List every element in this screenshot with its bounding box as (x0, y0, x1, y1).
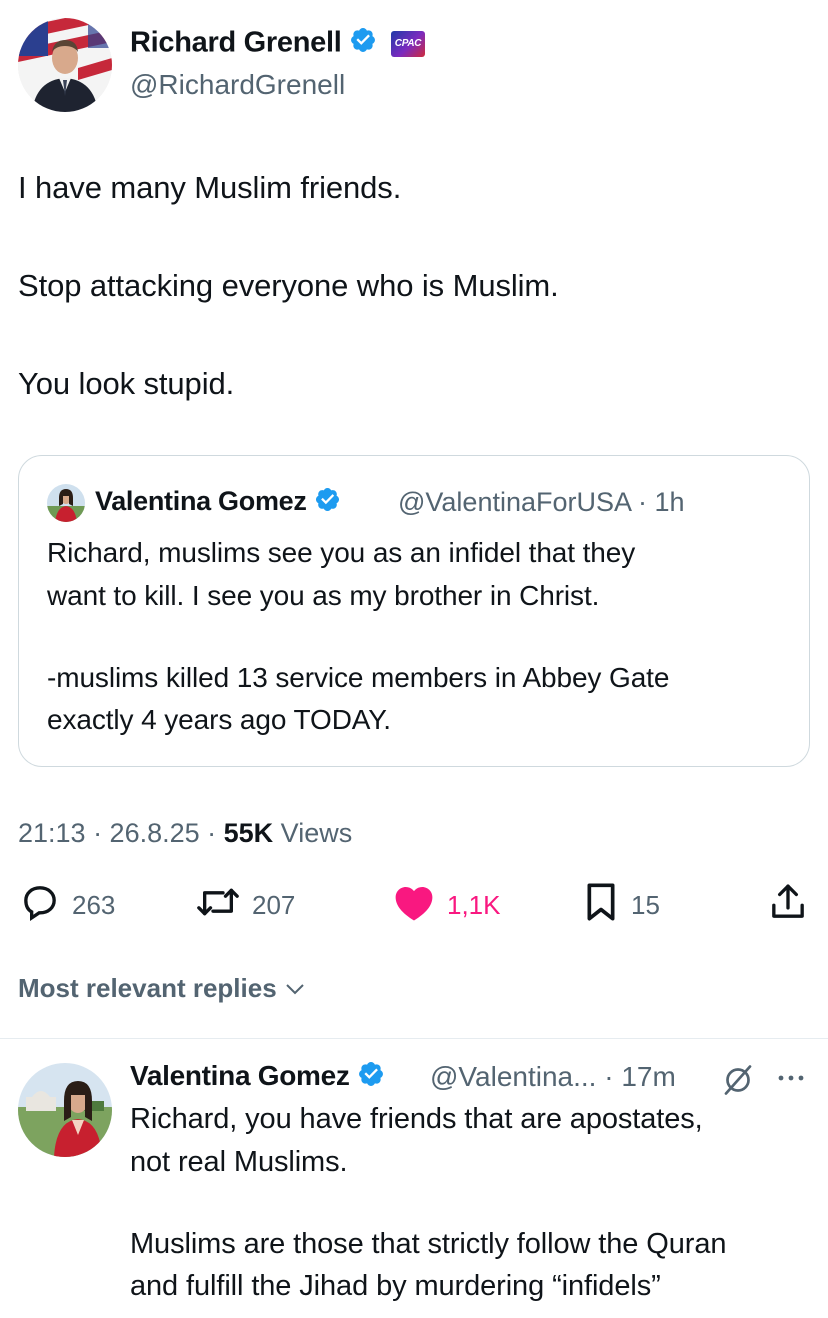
like-button[interactable]: 1,1K (393, 882, 501, 928)
reply-text-line: Muslims are those that strictly follow t… (130, 1228, 727, 1260)
heart-icon (393, 882, 435, 929)
repost-button[interactable]: 207 (196, 882, 295, 928)
author-name-text[interactable]: Richard Grenell (130, 27, 342, 59)
replies-sort-dropdown[interactable]: Most relevant replies (18, 973, 307, 1004)
like-count: 1,1K (447, 889, 501, 920)
reply-text-line: not real Muslims. (130, 1146, 348, 1178)
views-label: Views (273, 818, 353, 848)
share-button[interactable] (768, 882, 808, 928)
repost-count: 207 (252, 889, 296, 920)
tweet-meta: 21:13 · 26.8.25 · 55K Views (18, 818, 352, 849)
tweet-text-line: You look stupid. (18, 366, 235, 401)
grok-icon[interactable] (720, 1062, 756, 1103)
bookmark-count: 15 (631, 889, 660, 920)
quoted-author-name-text: Valentina Gomez (95, 486, 307, 517)
quoted-author-name: Valentina Gomez (95, 486, 341, 520)
verified-badge-icon (357, 1060, 385, 1095)
reply-author-avatar[interactable] (18, 1063, 112, 1157)
verified-badge-icon (349, 26, 377, 62)
author-name[interactable]: Richard Grenell CPAC (130, 26, 425, 62)
views-count: 55K (223, 818, 274, 848)
quoted-author-handle: @ValentinaForUSA · 1h (398, 487, 685, 517)
divider (0, 1038, 828, 1039)
reply-text-line: Richard, you have friends that are apost… (130, 1103, 703, 1135)
bookmark-icon (583, 882, 619, 929)
quoted-text-line: exactly 4 years ago TODAY. (47, 704, 391, 735)
tweet-text-line: Stop attacking everyone who is Muslim. (18, 268, 559, 303)
quoted-text-line: -muslims killed 13 service members in Ab… (47, 662, 670, 693)
reply-button[interactable]: 263 (20, 882, 115, 928)
reply-text-line: and fulfill the Jihad by murdering “infi… (130, 1270, 661, 1302)
reply-count: 263 (72, 889, 116, 920)
verified-badge-icon (314, 486, 341, 520)
quoted-text-line: want to kill. I see you as my brother in… (47, 580, 600, 611)
chevron-down-icon (283, 977, 307, 1001)
author-handle[interactable]: @RichardGrenell (130, 69, 345, 101)
reply-author-name-text[interactable]: Valentina Gomez (130, 1060, 350, 1091)
reply-icon (20, 882, 60, 929)
tweet-timestamp[interactable]: 21:13 · 26.8.25 · (18, 818, 224, 848)
share-icon (768, 882, 808, 929)
cpac-affiliation-badge[interactable]: CPAC (391, 31, 425, 57)
more-options-icon[interactable] (774, 1066, 808, 1095)
quoted-author-avatar (47, 484, 85, 522)
author-avatar[interactable] (18, 18, 112, 112)
repost-icon (196, 882, 240, 929)
bookmark-button[interactable]: 15 (583, 882, 660, 928)
tweet-text-line: I have many Muslim friends. (18, 170, 402, 205)
reply-author-handle[interactable]: @Valentina... · 17m (430, 1061, 676, 1093)
reply-author-name[interactable]: Valentina Gomez (130, 1060, 385, 1095)
quoted-text-line: Richard, muslims see you as an infidel t… (47, 537, 636, 568)
replies-sort-label: Most relevant replies (18, 973, 277, 1003)
